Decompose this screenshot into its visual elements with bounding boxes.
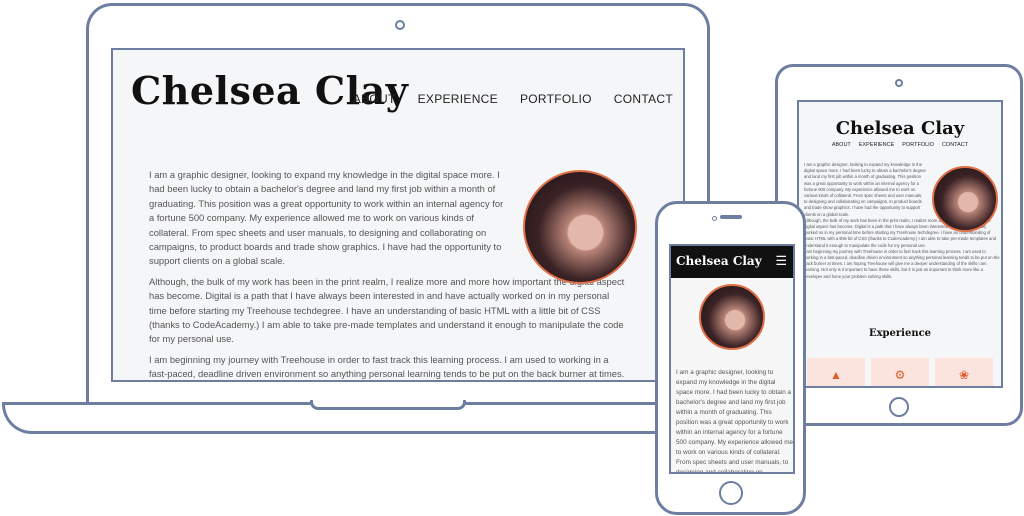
experience-card-skills[interactable]: ⚙ <box>871 358 929 386</box>
tablet-profile-photo <box>932 166 998 232</box>
tablet-camera <box>895 79 903 87</box>
nav-about[interactable]: ABOUT <box>353 92 396 106</box>
gears-icon: ⚙ <box>894 368 906 382</box>
phone-speaker <box>720 215 742 219</box>
phone-camera <box>712 216 717 221</box>
nav-experience[interactable]: EXPERIENCE <box>418 92 498 106</box>
laptop-notch <box>310 400 466 410</box>
laptop-camera <box>395 20 405 30</box>
brain-icon: ❀ <box>958 368 970 382</box>
nav-portfolio[interactable]: PORTFOLIO <box>520 92 592 106</box>
phone-about-text: I am a graphic designer, looking to expa… <box>676 369 794 474</box>
phone-home-button <box>719 481 743 505</box>
about-paragraph-2: Although, the bulk of my work has been i… <box>149 275 625 345</box>
profile-photo <box>523 170 637 284</box>
tablet-nav-experience[interactable]: EXPERIENCE <box>859 142 894 148</box>
tablet-device: Chelsea Clay ABOUT EXPERIENCE PORTFOLIO … <box>775 64 1023 426</box>
tablet-paragraph-1: I am a graphic designer, looking to expa… <box>804 162 926 217</box>
experience-cards: ▲ ⚙ ❀ <box>807 358 993 386</box>
nav-contact[interactable]: CONTACT <box>614 92 673 106</box>
tablet-nav-portfolio[interactable]: PORTFOLIO <box>902 142 934 148</box>
laptop-device: Chelsea Clay ABOUT EXPERIENCE PORTFOLIO … <box>86 3 710 405</box>
experience-heading: Experience <box>868 328 932 339</box>
experience-card-mind[interactable]: ❀ <box>935 358 993 386</box>
phone-profile-photo <box>699 284 765 350</box>
phone-screen: Chelsea Clay ☰ I am a graphic designer, … <box>669 244 795 474</box>
about-paragraph-3: I am beginning my journey with Treehouse… <box>149 353 625 380</box>
about-paragraph-1: I am a graphic designer, looking to expa… <box>149 169 504 267</box>
tablet-home-button <box>889 397 909 417</box>
site-title: Chelsea Clay <box>131 68 409 113</box>
tablet-nav: ABOUT EXPERIENCE PORTFOLIO CONTACT <box>799 142 1001 148</box>
tablet-screen: Chelsea Clay ABOUT EXPERIENCE PORTFOLIO … <box>797 100 1003 388</box>
hamburger-icon[interactable]: ☰ <box>775 253 787 269</box>
main-nav: ABOUT EXPERIENCE PORTFOLIO CONTACT <box>353 92 673 106</box>
graduation-cap-icon: ▲ <box>830 368 842 382</box>
tablet-nav-about[interactable]: ABOUT <box>832 142 851 148</box>
phone-site-title: Chelsea Clay <box>676 254 762 268</box>
tablet-nav-contact[interactable]: CONTACT <box>942 142 968 148</box>
tablet-paragraph-3: I am beginning my journey with Treehouse… <box>804 248 1000 279</box>
experience-card-education[interactable]: ▲ <box>807 358 865 386</box>
laptop-screen: Chelsea Clay ABOUT EXPERIENCE PORTFOLIO … <box>111 48 685 382</box>
phone-device: Chelsea Clay ☰ I am a graphic designer, … <box>655 201 806 515</box>
phone-header: Chelsea Clay ☰ <box>671 246 793 278</box>
tablet-site-title: Chelsea Clay <box>835 118 965 139</box>
